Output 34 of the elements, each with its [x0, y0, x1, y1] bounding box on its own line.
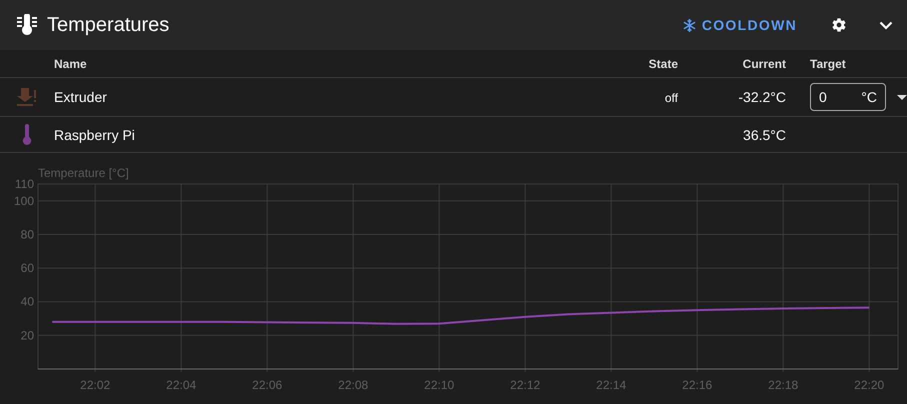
y-tick-label: 110 — [14, 177, 34, 191]
x-tick-label: 22:18 — [768, 378, 798, 392]
thermometer-icon — [16, 14, 38, 36]
x-tick-label: 22:04 — [166, 378, 196, 392]
y-tick-label: 20 — [20, 328, 34, 342]
x-tick-label: 22:08 — [338, 378, 368, 392]
x-tick-label: 22:10 — [424, 378, 454, 392]
current-temperature: 36.5°C — [742, 126, 786, 142]
column-header: State — [648, 56, 678, 70]
y-tick-label: 60 — [20, 261, 34, 276]
panel-title: Temperatures — [47, 14, 170, 36]
column-header: Name — [54, 56, 88, 70]
axis-title: Temperature [°C] — [38, 166, 129, 180]
x-tick-label: 22:20 — [854, 378, 884, 392]
y-tick-label: 80 — [20, 227, 34, 242]
x-tick-label: 22:06 — [252, 378, 282, 392]
x-tick-label: 22:12 — [510, 378, 540, 392]
current-temperature: -32.2°C — [737, 89, 786, 105]
cooldown-button[interactable]: COOLDOWN — [674, 11, 805, 39]
y-tick-label: 40 — [20, 294, 34, 309]
settings-icon[interactable] — [831, 17, 847, 33]
y-tick-label: 100 — [14, 194, 34, 208]
snowflake-icon — [682, 18, 696, 32]
x-tick-label: 22:14 — [596, 378, 626, 392]
column-header: Current — [742, 56, 786, 70]
column-header: Target — [809, 56, 847, 70]
dropdown-arrow-icon[interactable] — [897, 94, 907, 100]
sensor-name: Raspberry Pi — [54, 126, 136, 142]
chevron-down-icon[interactable] — [879, 20, 893, 30]
state-text: off — [664, 91, 678, 105]
x-tick-label: 22:02 — [80, 378, 110, 392]
sensor-name: Extruder — [54, 89, 108, 105]
x-tick-label: 22:16 — [682, 378, 712, 392]
target-input[interactable]: 0 °C — [810, 83, 886, 111]
